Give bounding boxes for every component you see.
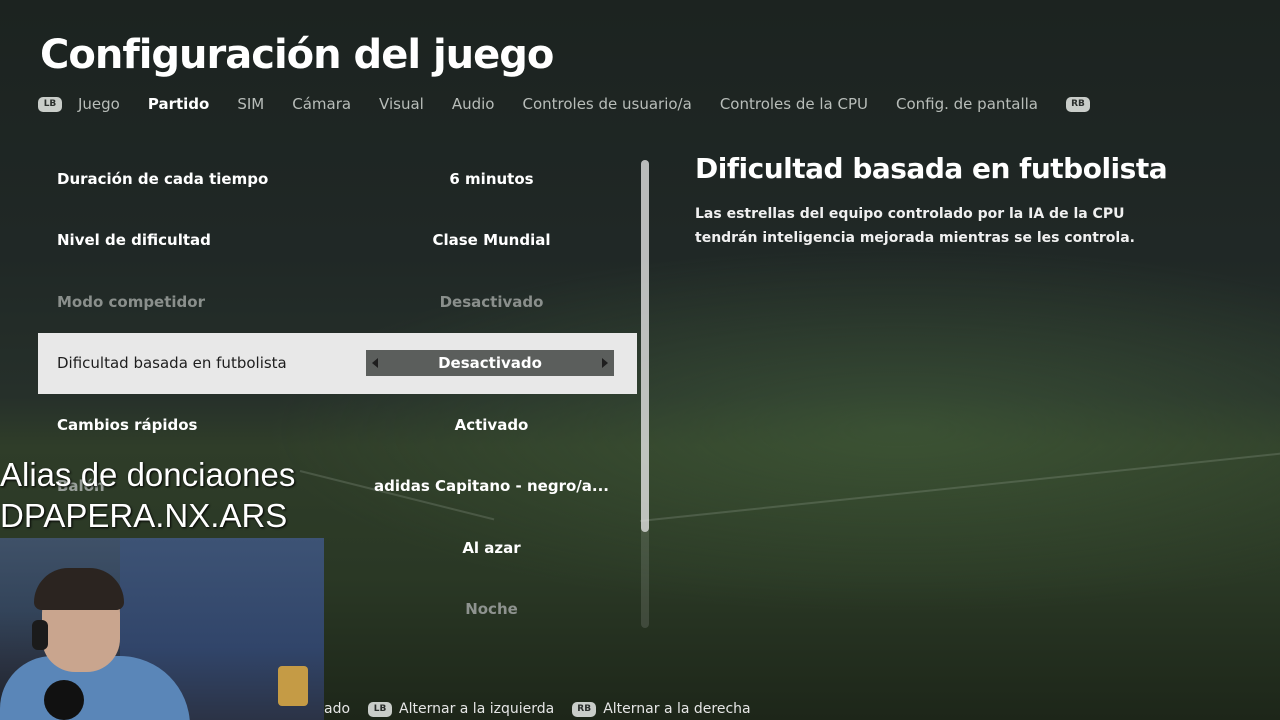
detail-title: Dificultad basada en futbolista (695, 152, 1168, 185)
setting-value: Desactivado (439, 292, 544, 311)
setting-label: Nivel de dificultad (57, 231, 211, 250)
tab-bar: LB Juego Partido SIM Cámara Visual Audio… (38, 92, 1091, 116)
setting-value: adidas Capitano - negro/a... (374, 477, 609, 496)
tab-juego[interactable]: Juego (78, 95, 120, 113)
tab-camara[interactable]: Cámara (292, 95, 351, 113)
setting-label: Cambios rápidos (57, 415, 198, 434)
setting-row-cambios-rapidos[interactable]: Cambios rápidos Activado (38, 394, 637, 456)
setting-value: Activado (454, 415, 529, 434)
arrow-left-icon[interactable] (372, 358, 378, 369)
scrollbar-thumb[interactable] (641, 160, 649, 532)
rb-button-icon: RB (572, 701, 597, 717)
microphone-icon (44, 680, 84, 720)
webcam-feed (0, 538, 324, 720)
tab-controles-cpu[interactable]: Controles de la CPU (720, 95, 868, 113)
setting-label: Dificultad basada en futbolista (57, 354, 287, 373)
setting-label: Modo competidor (57, 292, 205, 311)
setting-row-dificultad-futbolista[interactable]: Dificultad basada en futbolista Desactiv… (38, 332, 637, 394)
setting-row-dificultad[interactable]: Nivel de dificultad Clase Mundial (38, 210, 637, 272)
tab-visual[interactable]: Visual (379, 95, 424, 113)
webcam-person-hair (34, 568, 124, 610)
detail-description: Las estrellas del equipo controlado por … (695, 206, 1135, 246)
pitch-line (639, 452, 1280, 522)
tab-partido[interactable]: Partido (148, 95, 209, 113)
footer-hints: ado LB Alternar a la izquierda RB Altern… (324, 700, 769, 718)
lb-bumper-icon[interactable]: LB (38, 96, 62, 112)
tab-audio[interactable]: Audio (452, 95, 495, 113)
setting-value: Noche (465, 600, 518, 619)
hint-rb[interactable]: RB Alternar a la derecha (572, 701, 751, 717)
value-selector[interactable]: Desactivado (366, 350, 614, 377)
hint-lb-label: Alternar a la izquierda (399, 701, 555, 717)
setting-value: Al azar (462, 538, 521, 557)
hint-partial: ado (324, 701, 351, 717)
page-title: Configuración del juego (40, 32, 554, 78)
tab-sim[interactable]: SIM (237, 95, 264, 113)
donation-alias-value: DPAPERA.NX.ARS (0, 497, 288, 534)
setting-label: Duración de cada tiempo (57, 169, 269, 188)
lb-button-icon: LB (368, 701, 393, 717)
tab-config-pantalla[interactable]: Config. de pantalla (896, 95, 1038, 113)
donation-alias-label: Alias de donciaones (0, 456, 296, 493)
hint-rb-label: Alternar a la derecha (603, 701, 751, 717)
headset-icon (32, 620, 48, 650)
rb-bumper-icon[interactable]: RB (1066, 96, 1091, 112)
setting-row-duracion[interactable]: Duración de cada tiempo 6 minutos (38, 148, 637, 210)
setting-value: 6 minutos (449, 169, 534, 188)
setting-row-modo-competidor: Modo competidor Desactivado (38, 271, 637, 333)
webcam-cup (278, 666, 308, 706)
setting-value: Clase Mundial (432, 231, 551, 250)
arrow-right-icon[interactable] (602, 358, 608, 369)
hint-lb[interactable]: LB Alternar a la izquierda (368, 701, 554, 717)
setting-value: Desactivado (438, 354, 542, 373)
tab-controles-usuario[interactable]: Controles de usuario/a (522, 95, 691, 113)
